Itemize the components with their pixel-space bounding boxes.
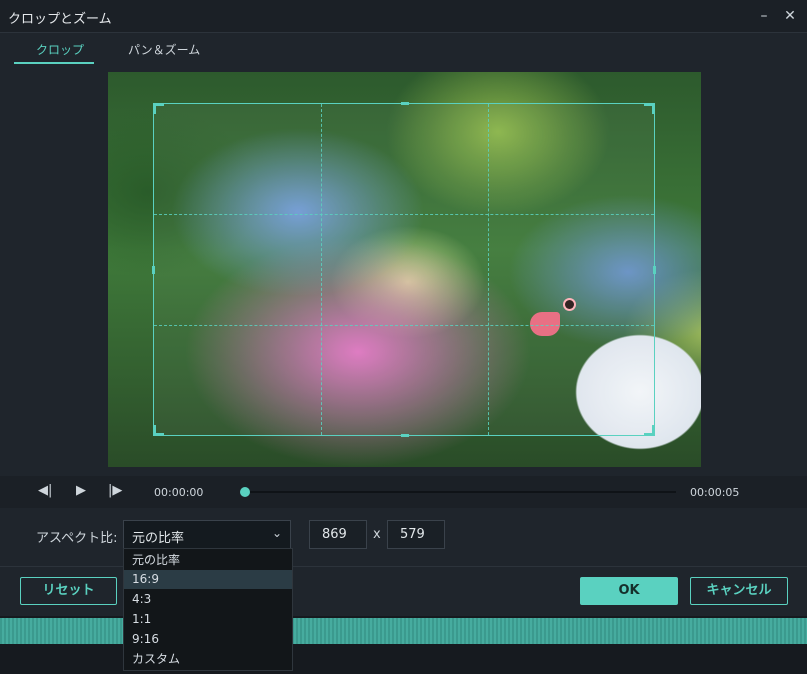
crop-handle-left[interactable] xyxy=(152,266,155,274)
crop-handle-bottom[interactable] xyxy=(401,434,409,437)
crop-grid-line xyxy=(488,104,489,435)
crop-handle-top-right[interactable] xyxy=(644,103,655,114)
dimension-separator: x xyxy=(373,527,381,542)
chevron-down-icon: ⌄ xyxy=(271,526,282,540)
dropdown-option-4-3[interactable]: 4:3 xyxy=(124,590,292,609)
dropdown-option-1-1[interactable]: 1:1 xyxy=(124,610,292,629)
crop-handle-bottom-left[interactable] xyxy=(153,425,164,436)
aspect-ratio-value: 元の比率 xyxy=(132,531,185,546)
minimize-button[interactable]: – xyxy=(754,6,774,26)
tab-pan-zoom[interactable]: パン＆ズーム xyxy=(128,41,200,58)
dropdown-option-16-9[interactable]: 16:9 xyxy=(124,570,292,589)
crop-rectangle[interactable] xyxy=(152,102,656,437)
crop-handle-bottom-right[interactable] xyxy=(644,425,655,436)
title-bar: クロップとズーム – ✕ xyxy=(0,0,807,32)
reset-button[interactable]: リセット xyxy=(20,577,117,605)
crop-grid-line xyxy=(321,104,322,435)
crop-height-field[interactable]: 579 xyxy=(387,520,445,549)
crop-handle-top[interactable] xyxy=(401,102,409,105)
crop-handle-right[interactable] xyxy=(653,266,656,274)
ok-button[interactable]: OK xyxy=(580,577,678,605)
audio-waveform xyxy=(0,618,807,644)
play-icon[interactable]: ▶ xyxy=(76,483,86,498)
current-time: 00:00:00 xyxy=(154,486,204,499)
dropdown-option-9-16[interactable]: 9:16 xyxy=(124,630,292,649)
aspect-ratio-dropdown: 元の比率 16:9 4:3 1:1 9:16 カスタム xyxy=(123,548,293,671)
video-preview xyxy=(108,72,701,467)
crop-handle-top-left[interactable] xyxy=(153,103,164,114)
next-frame-icon[interactable]: |▶ xyxy=(108,483,122,498)
tab-crop[interactable]: クロップ xyxy=(36,41,84,58)
playhead-knob[interactable] xyxy=(240,487,250,497)
timeline-strip xyxy=(0,616,807,674)
aspect-ratio-row: アスペクト比: 元の比率 ⌄ 869 x 579 xyxy=(0,510,807,564)
aspect-ratio-label: アスペクト比: xyxy=(36,531,118,546)
preview-area xyxy=(0,64,807,474)
dropdown-option-original[interactable]: 元の比率 xyxy=(124,551,292,570)
crop-grid-line xyxy=(154,325,654,326)
previous-frame-icon[interactable]: ◀| xyxy=(38,483,52,498)
dialog-buttons: リセット OK キャンセル xyxy=(0,566,807,617)
crop-width-field[interactable]: 869 xyxy=(309,520,367,549)
window-title: クロップとズーム xyxy=(8,12,112,27)
tab-bar: クロップ パン＆ズーム xyxy=(0,32,807,65)
crop-grid-line xyxy=(154,214,654,215)
close-button[interactable]: ✕ xyxy=(780,6,800,26)
dropdown-option-custom[interactable]: カスタム xyxy=(124,650,292,669)
cancel-button[interactable]: キャンセル xyxy=(690,577,788,605)
playback-bar: ◀| ▶ |▶ 00:00:00 00:00:05 xyxy=(0,476,807,508)
end-time: 00:00:05 xyxy=(690,486,740,499)
playback-track[interactable] xyxy=(244,491,676,493)
aspect-ratio-select[interactable]: 元の比率 ⌄ xyxy=(123,520,291,549)
